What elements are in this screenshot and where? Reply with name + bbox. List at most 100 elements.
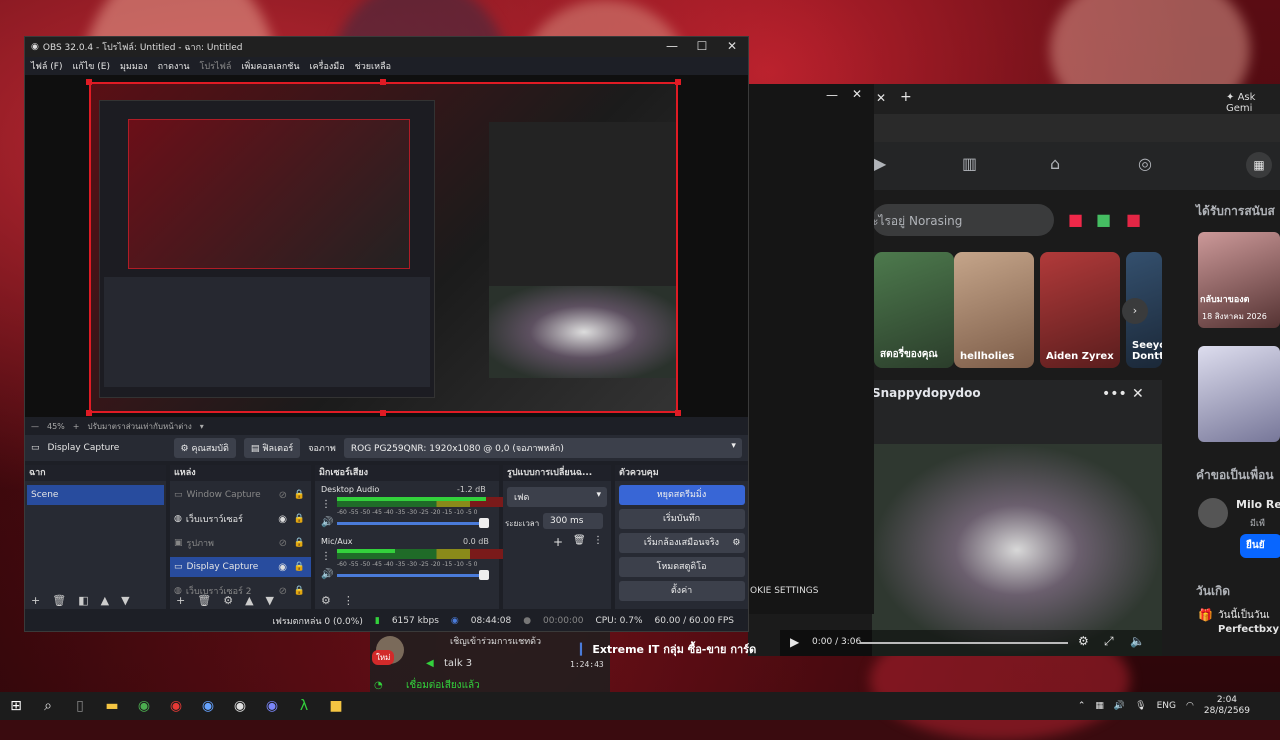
eye-icon[interactable]: ◉: [278, 562, 287, 573]
reel-icon[interactable]: ■: [1126, 210, 1141, 229]
menu-tools[interactable]: เครื่องมือ: [310, 59, 345, 73]
app-icon[interactable]: λ: [288, 692, 320, 720]
down-icon[interactable]: ▼: [266, 594, 274, 607]
more-options-icon[interactable]: ⋮: [343, 594, 354, 607]
app-icon[interactable]: ◉: [160, 692, 192, 720]
minimize-icon[interactable]: —: [826, 88, 838, 102]
filter-icon[interactable]: ◧: [78, 594, 88, 607]
dashboard-icon[interactable]: ▥: [962, 154, 977, 173]
lock-icon[interactable]: 🔒: [294, 514, 305, 524]
zoom-mode[interactable]: ปรับมาตราส่วนเท่ากับหน้าต่าง: [87, 420, 191, 433]
zoom-out-icon[interactable]: —: [31, 422, 39, 431]
maximize-icon[interactable]: ☐: [687, 39, 717, 53]
more-options-icon[interactable]: •••: [1102, 386, 1127, 402]
menu-edit[interactable]: แก้ไข (E): [72, 59, 110, 73]
fullscreen-icon[interactable]: ⤢: [1104, 634, 1114, 649]
chevron-up-icon[interactable]: ⌃: [1078, 701, 1086, 711]
source-item[interactable]: ▭ Window Capture ⊘ 🔒: [170, 485, 311, 505]
live-video-icon[interactable]: ■: [1068, 210, 1083, 229]
display-select[interactable]: ROG PG259QNR: 1920x1080 @ 0,0 (จอภาพหลัก…: [343, 438, 742, 458]
new-tab-icon[interactable]: +: [900, 89, 912, 105]
video-icon[interactable]: ▶: [874, 154, 886, 173]
confirm-button[interactable]: ยืนยั: [1240, 534, 1280, 558]
lock-icon[interactable]: 🔒: [294, 490, 305, 500]
close-tab-icon[interactable]: ✕: [876, 91, 886, 105]
preview-area[interactable]: [25, 75, 748, 453]
stop-streaming-button[interactable]: หยุดสตรีมมิ่ง: [618, 485, 745, 505]
post-author[interactable]: Snappydopydoo: [872, 386, 981, 400]
story-card[interactable]: สตอรี่ของคุณ: [874, 252, 954, 368]
lock-icon[interactable]: 🔒: [294, 562, 305, 572]
more-options-icon[interactable]: ⋮: [321, 551, 331, 562]
eye-icon[interactable]: ◉: [278, 514, 287, 525]
resize-handle[interactable]: [380, 410, 386, 416]
more-options-icon[interactable]: ⋮: [321, 499, 331, 510]
properties-button[interactable]: ⚙ คุณสมบัติ: [173, 438, 236, 458]
add-icon[interactable]: +: [176, 594, 185, 607]
marketplace-icon[interactable]: ⌂: [1050, 154, 1060, 173]
down-icon[interactable]: ▼: [121, 594, 129, 607]
slider-handle[interactable]: [479, 570, 489, 580]
friend-name[interactable]: Milo Re: [1236, 498, 1280, 511]
sponsored-banner[interactable]: กลับมาของต 18 สิงหาคม 2026: [1198, 232, 1280, 328]
up-icon[interactable]: ▲: [101, 594, 109, 607]
close-post-icon[interactable]: ✕: [1132, 386, 1144, 402]
chrome-icon[interactable]: ◉: [128, 692, 160, 720]
post-composer[interactable]: ะไรอยู่ Norasing: [872, 204, 1054, 236]
mic-icon[interactable]: 🎙: [1135, 701, 1146, 711]
story-card[interactable]: Aiden Zyrex: [1040, 252, 1120, 368]
gear-icon[interactable]: ⚙: [321, 594, 331, 607]
resize-handle[interactable]: [380, 79, 386, 85]
menu-profile[interactable]: โปรไฟล์: [200, 59, 232, 73]
menu-dock[interactable]: ถาดงาน: [158, 59, 190, 73]
trash-icon[interactable]: 🗑: [573, 535, 586, 546]
volume-slider[interactable]: [337, 574, 483, 577]
menu-help[interactable]: ช่วยเหลือ: [355, 59, 391, 73]
filters-button[interactable]: ▤ ฟิลเตอร์: [243, 438, 301, 458]
trash-icon[interactable]: 🗑: [197, 594, 211, 607]
resize-handle[interactable]: [675, 79, 681, 85]
network-icon[interactable]: ▦: [1095, 701, 1104, 711]
source-item[interactable]: ▭ Display Capture ◉ 🔒: [170, 557, 311, 577]
steam-icon[interactable]: ◉: [192, 692, 224, 720]
post-video[interactable]: [872, 444, 1162, 656]
settings-icon[interactable]: ⚙: [1078, 634, 1089, 648]
volume-slider[interactable]: [337, 522, 483, 525]
minimize-icon[interactable]: —: [657, 39, 687, 53]
menu-file[interactable]: ไฟล์ (F): [31, 59, 62, 73]
story-next-icon[interactable]: ›: [1122, 298, 1148, 324]
zoom-in-icon[interactable]: +: [73, 422, 80, 431]
birthday-name[interactable]: Perfectbxy: [1218, 624, 1279, 635]
close-icon[interactable]: ✕: [852, 87, 862, 101]
task-view-icon[interactable]: ▯: [64, 692, 96, 720]
scene-item[interactable]: Scene: [27, 485, 164, 505]
resize-handle[interactable]: [675, 410, 681, 416]
sponsored-banner-2[interactable]: [1198, 346, 1280, 442]
preview-canvas[interactable]: [89, 82, 678, 413]
menu-grid-icon[interactable]: ▦: [1246, 152, 1272, 178]
obs-icon[interactable]: ◉: [224, 692, 256, 720]
slider-handle[interactable]: [479, 518, 489, 528]
ask-gemini-button[interactable]: ✦ Ask Gemi: [1226, 92, 1280, 114]
cookie-settings-link[interactable]: OKIE SETTINGS: [750, 586, 819, 596]
photo-icon[interactable]: ■: [1096, 210, 1111, 229]
gaming-icon[interactable]: ◎: [1138, 154, 1152, 173]
menu-view[interactable]: มุมมอง: [120, 59, 148, 73]
close-icon[interactable]: ✕: [717, 39, 747, 53]
source-item[interactable]: ▣ รูปภาพ ⊘ 🔒: [170, 533, 311, 553]
video-progress[interactable]: [860, 642, 1068, 644]
transition-select[interactable]: เฟด ▾: [507, 487, 607, 507]
lock-icon[interactable]: 🔒: [294, 538, 305, 548]
trash-icon[interactable]: 🗑: [52, 594, 66, 607]
start-recording-button[interactable]: เริ่มบันทึก: [618, 509, 745, 529]
app-icon[interactable]: ■: [320, 692, 352, 720]
resize-handle[interactable]: [86, 410, 92, 416]
settings-button[interactable]: ตั้งค่า: [618, 581, 745, 601]
mute-icon[interactable]: 🔈: [1130, 634, 1145, 648]
windows-start-icon[interactable]: ⊞: [0, 692, 32, 720]
clock[interactable]: 2:04 28/8/2569: [1204, 695, 1250, 717]
resize-handle[interactable]: [86, 79, 92, 85]
volume-icon[interactable]: 🔊: [321, 569, 333, 580]
virtual-camera-button[interactable]: เริ่มกล้องเสมือนจริง ⚙: [618, 533, 745, 553]
menu-scene-collection[interactable]: เพิ่มคอลเลกชัน: [241, 59, 299, 73]
